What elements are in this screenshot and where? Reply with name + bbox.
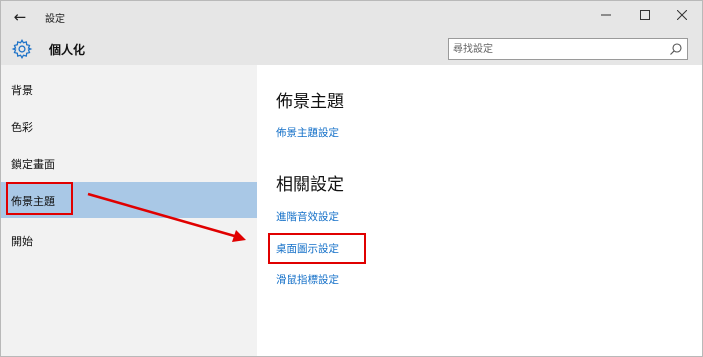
- mouse-pointer-settings-link[interactable]: 滑鼠指標設定: [276, 272, 339, 287]
- sidebar-item-start[interactable]: 開始: [1, 222, 257, 258]
- annotation-box-desktop-icons: [268, 233, 366, 264]
- maximize-icon: [640, 10, 650, 20]
- sidebar-item-label: 色彩: [11, 121, 33, 134]
- gear-icon: [11, 39, 33, 59]
- search-icon[interactable]: [669, 42, 683, 56]
- page-header: 個人化: [1, 33, 702, 65]
- sidebar-item-label: 鎖定畫面: [11, 158, 55, 171]
- sidebar-item-label: 開始: [11, 235, 33, 248]
- advanced-sound-settings-link[interactable]: 進階音效設定: [276, 209, 339, 224]
- close-icon: [676, 9, 688, 21]
- minimize-icon: [601, 14, 611, 16]
- search-input[interactable]: [453, 41, 663, 57]
- sidebar-item-label: 背景: [11, 84, 33, 97]
- title-bar: ← 設定: [1, 1, 702, 33]
- search-box[interactable]: [448, 38, 688, 60]
- close-button[interactable]: [670, 7, 694, 27]
- minimize-button[interactable]: [594, 7, 618, 27]
- page-title: 個人化: [49, 43, 86, 57]
- theme-settings-link[interactable]: 佈景主題設定: [276, 125, 339, 140]
- settings-window: ← 設定 個人化 背景: [0, 0, 703, 357]
- maximize-button[interactable]: [633, 7, 657, 27]
- back-button[interactable]: ←: [11, 8, 29, 26]
- related-settings-title: 相關設定: [276, 175, 344, 195]
- annotation-box-themes: [6, 182, 73, 215]
- sidebar-item-lock-screen[interactable]: 鎖定畫面: [1, 145, 257, 181]
- section-title: 佈景主題: [276, 92, 344, 112]
- sidebar-item-colors[interactable]: 色彩: [1, 108, 257, 144]
- sidebar: 背景 色彩 鎖定畫面 佈景主題 開始: [1, 65, 257, 356]
- sidebar-item-background[interactable]: 背景: [1, 71, 257, 107]
- main-content: 佈景主題 佈景主題設定 相關設定 進階音效設定 桌面圖示設定 滑鼠指標設定: [257, 65, 702, 356]
- window-title: 設定: [45, 14, 65, 25]
